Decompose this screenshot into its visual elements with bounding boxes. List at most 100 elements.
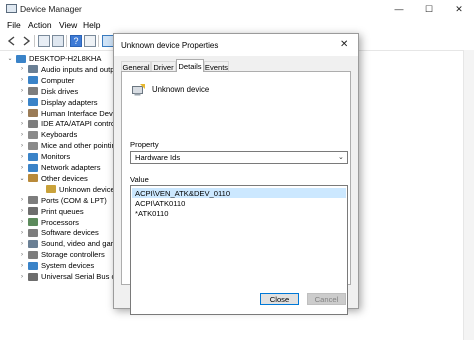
tree-item[interactable]: › System devices xyxy=(18,260,94,271)
tree-item-label: Processors xyxy=(41,217,79,227)
forward-icon[interactable] xyxy=(20,35,32,47)
ide-icon xyxy=(28,119,38,128)
chevron-down-icon: ⌄ xyxy=(338,154,344,161)
tree-item[interactable]: ⌄ Other devices xyxy=(18,173,87,184)
port-icon xyxy=(28,196,38,205)
tree-item-label: Display adapters xyxy=(41,97,98,107)
tree-item-label: Print queues xyxy=(41,206,84,216)
tree-item[interactable]: › Disk drives xyxy=(18,86,78,97)
value-label: Value xyxy=(130,175,149,184)
properties-dialog: Unknown device Properties ✕ General Driv… xyxy=(113,33,359,315)
chevron-right-icon[interactable]: › xyxy=(18,154,26,160)
chevron-right-icon[interactable]: › xyxy=(18,143,26,149)
tree-item-label: Ports (COM & LPT) xyxy=(41,195,107,205)
tree-item[interactable]: › Display adapters xyxy=(18,97,98,108)
help-icon[interactable]: ? xyxy=(70,35,82,47)
computer-icon xyxy=(28,76,38,85)
tree-item-label: Network adapters xyxy=(41,163,101,172)
tree-item[interactable]: › Monitors xyxy=(18,151,70,162)
usb-icon xyxy=(28,272,38,281)
dialog-close-icon[interactable]: ✕ xyxy=(340,39,348,50)
tree-item-label: Monitors xyxy=(41,152,71,162)
properties-grid-icon[interactable] xyxy=(38,35,50,47)
value-item[interactable]: ACPI\VEN_ATK&DEV_0110 xyxy=(132,188,346,198)
menu-action[interactable]: Action xyxy=(28,20,52,30)
software-device-icon xyxy=(28,228,38,237)
device-view-icon[interactable] xyxy=(84,35,96,47)
device-name: Unknown device xyxy=(152,85,210,94)
list-view-icon[interactable] xyxy=(52,35,64,47)
network-icon xyxy=(28,163,38,172)
tree-root-label: DESKTOP-H2L8KHA xyxy=(29,54,102,63)
chevron-right-icon[interactable]: › xyxy=(18,132,26,138)
tree-item[interactable]: › Processors xyxy=(18,217,79,228)
tree-item-label: Unknown device xyxy=(59,184,115,194)
property-dropdown[interactable]: Hardware Ids ⌄ xyxy=(130,151,348,164)
tree-item-label: Storage controllers xyxy=(41,250,105,260)
chevron-right-icon[interactable]: › xyxy=(18,208,26,214)
chevron-right-icon[interactable]: › xyxy=(18,241,26,247)
chevron-right-icon[interactable]: › xyxy=(18,197,26,203)
chevron-right-icon[interactable]: › xyxy=(18,77,26,83)
chevron-right-icon[interactable]: › xyxy=(18,165,26,171)
tree-item-label: Software devices xyxy=(41,228,99,238)
back-icon[interactable] xyxy=(6,35,18,47)
tree-item-label: Keyboards xyxy=(41,130,78,140)
value-item[interactable]: *ATK0110 xyxy=(132,208,346,218)
minimize-button[interactable]: — xyxy=(384,0,414,18)
toolbar-separator xyxy=(34,35,35,47)
chevron-right-icon[interactable]: › xyxy=(18,121,26,127)
keyboard-icon xyxy=(28,130,38,139)
dialog-title: Unknown device Properties xyxy=(121,41,219,50)
tab-details[interactable]: Details xyxy=(176,59,204,72)
chevron-right-icon[interactable]: › xyxy=(18,230,26,236)
display-icon xyxy=(28,98,38,107)
chevron-right-icon[interactable]: › xyxy=(18,99,26,105)
maximize-button[interactable]: ☐ xyxy=(414,0,444,18)
tree-item[interactable]: › Print queues xyxy=(18,206,84,217)
chevron-right-icon[interactable]: › xyxy=(18,66,26,72)
printer-icon xyxy=(28,207,38,216)
tree-item[interactable]: › Ports (COM & LPT) xyxy=(18,195,107,206)
tree-item[interactable]: › Audio inputs and outputs xyxy=(18,64,125,75)
system-icon xyxy=(28,261,38,270)
speaker-icon xyxy=(28,65,38,74)
computer-icon xyxy=(16,54,26,63)
chevron-right-icon[interactable]: › xyxy=(18,219,26,225)
tree-item[interactable]: › Storage controllers xyxy=(18,249,105,260)
value-item[interactable]: ACPI\ATK0110 xyxy=(132,198,346,208)
chevron-right-icon[interactable]: › xyxy=(18,88,26,94)
menu-help[interactable]: Help xyxy=(83,20,100,30)
chevron-right-icon[interactable]: › xyxy=(18,274,26,280)
close-button[interactable]: Close xyxy=(260,293,299,305)
disk-icon xyxy=(28,87,38,96)
close-window-button[interactable]: ✕ xyxy=(444,0,474,18)
cancel-button[interactable]: Cancel xyxy=(307,293,346,305)
chevron-right-icon[interactable]: › xyxy=(18,110,26,116)
tree-item[interactable]: › Network adapters xyxy=(18,162,101,173)
chevron-down-icon[interactable]: ⌄ xyxy=(6,55,14,62)
other-devices-icon xyxy=(28,174,38,183)
chevron-right-icon[interactable]: › xyxy=(18,263,26,269)
tree-item[interactable]: › Human Interface Devices xyxy=(18,108,126,119)
toolbar-separator xyxy=(98,35,99,47)
mouse-icon xyxy=(28,141,38,150)
tree-item[interactable]: › Computer xyxy=(18,75,74,86)
unknown-device-icon xyxy=(132,84,145,96)
chevron-down-icon[interactable]: ⌄ xyxy=(18,175,26,182)
monitor-icon xyxy=(28,152,38,161)
vertical-scrollbar[interactable] xyxy=(463,50,474,340)
chevron-right-icon[interactable]: › xyxy=(18,252,26,258)
tree-root[interactable]: ⌄ DESKTOP-H2L8KHA xyxy=(6,53,101,64)
menu-view[interactable]: View xyxy=(59,20,77,30)
tree-item-label: System devices xyxy=(41,261,95,271)
property-label: Property xyxy=(130,140,159,149)
unknown-device-icon xyxy=(46,185,56,194)
tree-item[interactable]: › Keyboards xyxy=(18,129,77,140)
hid-icon xyxy=(28,109,38,117)
menu-file[interactable]: File xyxy=(7,20,21,30)
device-manager-icon xyxy=(6,4,17,13)
tree-item[interactable]: Unknown device xyxy=(36,184,115,195)
processor-icon xyxy=(28,218,38,226)
tree-item[interactable]: › Software devices xyxy=(18,227,99,238)
